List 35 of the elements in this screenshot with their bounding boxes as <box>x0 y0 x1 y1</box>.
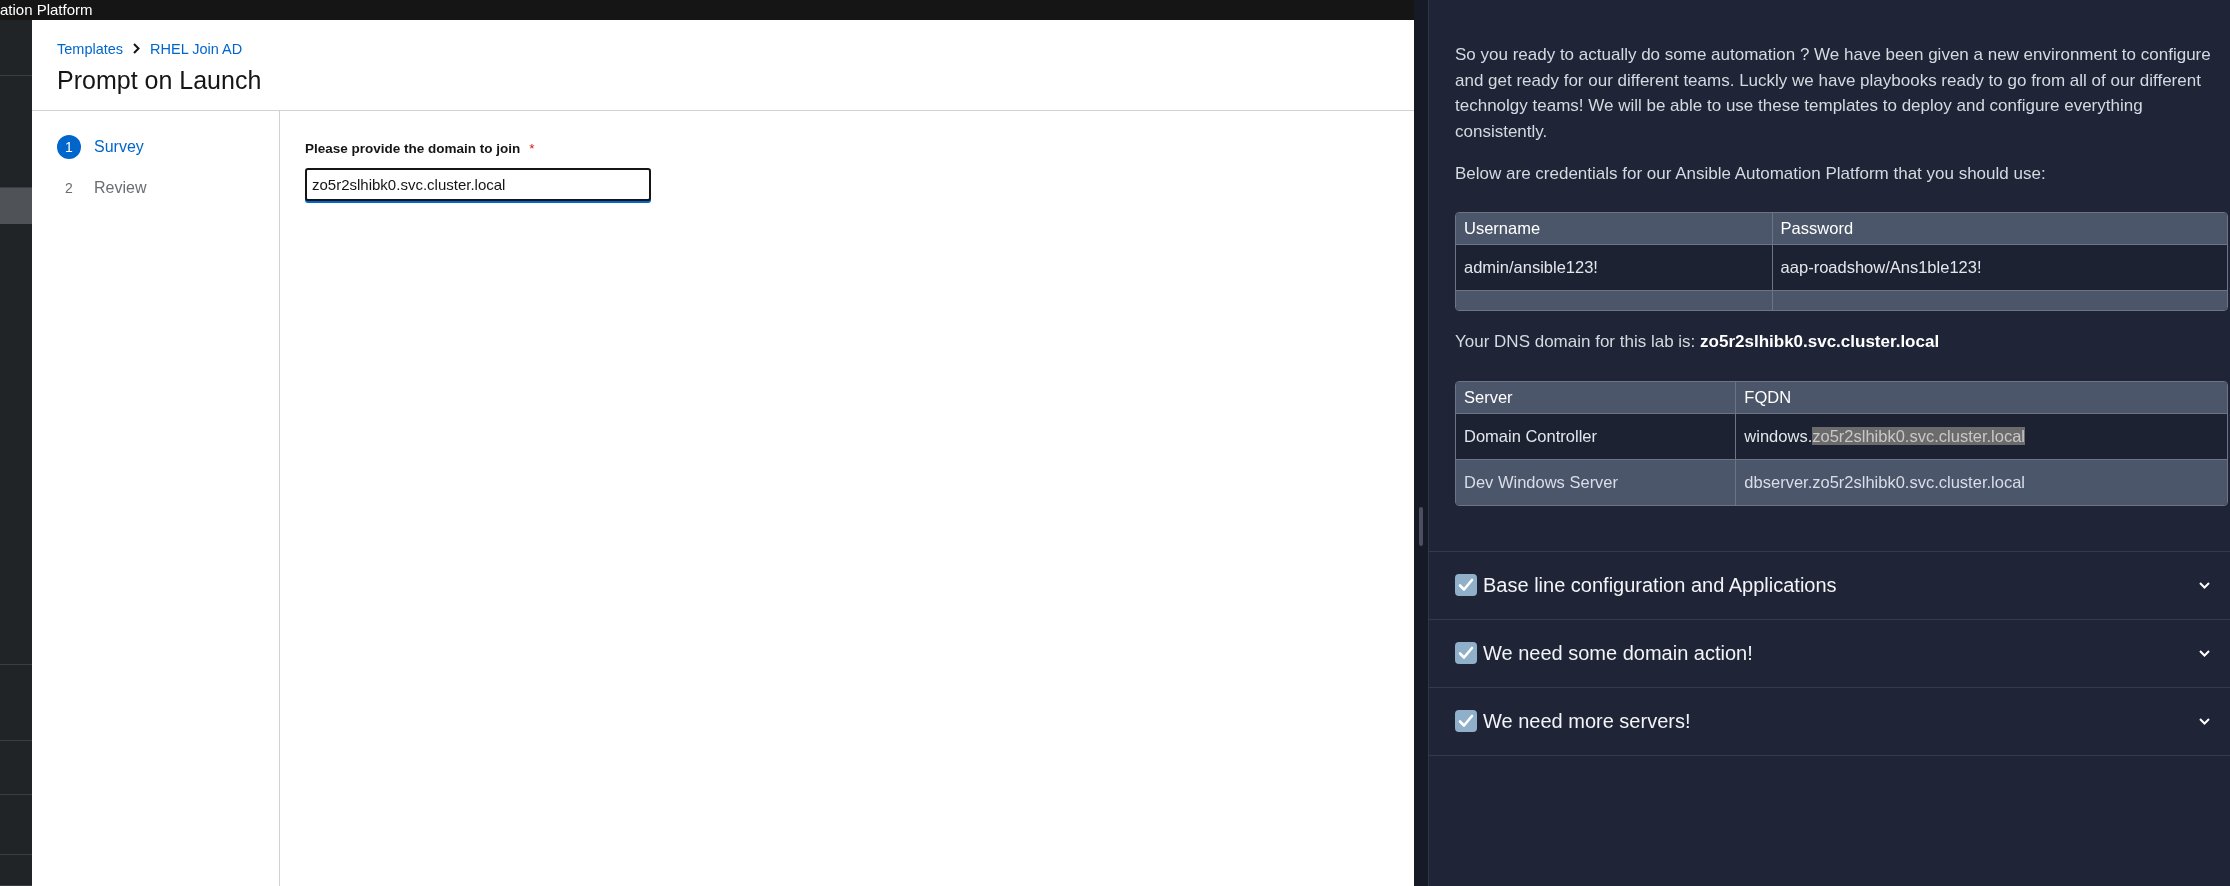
table-cell: Domain Controller <box>1456 413 1736 460</box>
table-cell: aap-roadshow/Ans1ble123! <box>1772 244 2227 291</box>
splitter[interactable] <box>1414 0 1428 886</box>
field-label: Please provide the domain to join <box>305 140 521 158</box>
checked-box-icon <box>1455 642 1477 665</box>
column-header: FQDN <box>1735 381 2227 414</box>
accordion-toggle[interactable]: Base line configuration and Applications <box>1429 551 2230 619</box>
required-mark: * <box>529 140 535 158</box>
selected-text: zo5r2slhibk0.svc.cluster.local <box>1812 426 2025 445</box>
breadcrumb-link[interactable]: Templates <box>57 40 124 57</box>
chevron-right-icon <box>133 43 141 54</box>
domain-input[interactable]: zo5r2slhibk0.svc.cluster.local <box>305 168 651 201</box>
wizard-step[interactable]: 2 Review <box>57 176 147 200</box>
drag-handle[interactable] <box>1419 507 1423 546</box>
table-cell: dbserver.zo5r2slhibk0.svc.cluster.local <box>1735 459 2227 505</box>
checked-box-icon <box>1455 574 1477 597</box>
step-number-circle: 1 <box>57 135 81 159</box>
checked-box-icon <box>1455 710 1477 733</box>
breadcrumb-link[interactable]: RHEL Join AD <box>150 40 243 57</box>
intro-paragraph: So you ready to actually do some automation ? We have been given a new environment to configure and get ready for our different teams. Luckly we have playbooks ready to go from all of our different technolgy teams! We will be able to use these templates to deploy and configure everything consistently. <box>1455 44 2212 143</box>
column-header: Username <box>1456 212 1773 245</box>
accordion-toggle[interactable]: We need some domain action! <box>1429 619 2230 687</box>
column-header: Password <box>1772 212 2227 245</box>
credentials-intro-text: Below are credentials for our Ansible Automation Platform that you should use: <box>1455 163 2047 186</box>
wizard-step[interactable]: 1 Survey <box>57 135 144 159</box>
table-cell: admin/ansible123! <box>1456 244 1773 291</box>
accordion-toggle[interactable]: We need more servers! <box>1429 687 2230 755</box>
product-title: ation Platform <box>0 0 93 20</box>
step-number: 2 <box>64 179 74 198</box>
column-header: Server <box>1456 381 1736 414</box>
page-title: Prompt on Launch <box>57 65 263 95</box>
nav-item[interactable] <box>0 188 32 224</box>
dns-domain-note: Your DNS domain for this lab is: zo5r2slhibk0.svc.cluster.local <box>1455 330 1941 353</box>
table-cell: Dev Windows Server <box>1456 459 1736 505</box>
cell-text: windows. <box>1744 426 1813 445</box>
